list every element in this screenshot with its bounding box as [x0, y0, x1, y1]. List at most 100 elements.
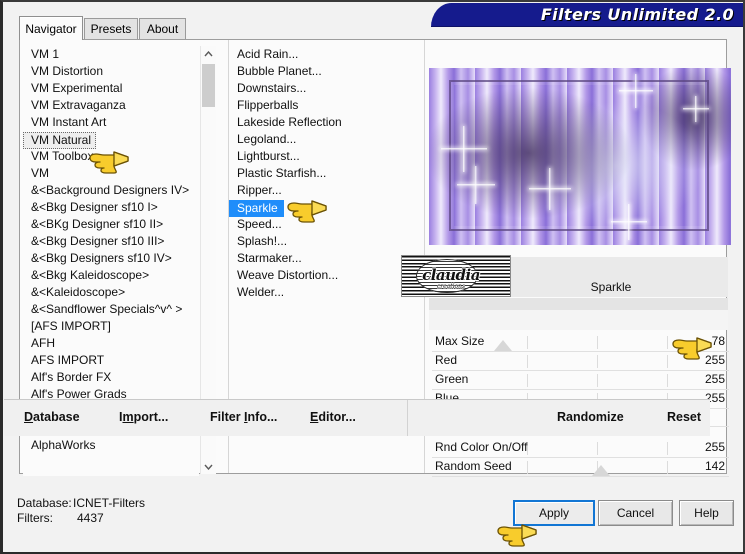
- category-item[interactable]: AlphaWorks: [23, 437, 199, 454]
- filter-item-selected[interactable]: Sparkle: [229, 200, 284, 217]
- menu-import[interactable]: Import...: [119, 410, 168, 424]
- category-item[interactable]: &<Kaleidoscope>: [23, 284, 199, 301]
- filter-item[interactable]: Acid Rain...: [229, 46, 401, 63]
- list-item: VM Toolbox: [23, 148, 199, 165]
- category-item[interactable]: VM: [23, 165, 199, 182]
- filter-item[interactable]: Welder...: [229, 284, 401, 301]
- status-database-label: Database:: [17, 496, 72, 510]
- param-row-random-seed[interactable]: Random Seed 142: [432, 458, 729, 476]
- button-reset[interactable]: Reset: [667, 410, 701, 424]
- scroll-thumb[interactable]: [202, 64, 215, 107]
- filter-item[interactable]: Splash!...: [229, 233, 401, 250]
- category-item[interactable]: &<Bkg Kaleidoscope>: [23, 267, 199, 284]
- param-value: 255: [704, 440, 725, 454]
- filter-item[interactable]: Legoland...: [229, 131, 401, 148]
- status-filters-value: 4437: [77, 511, 104, 525]
- help-button[interactable]: Help: [679, 500, 734, 526]
- preview-image[interactable]: [429, 68, 731, 245]
- category-item[interactable]: VM Experimental: [23, 80, 199, 97]
- filter-item[interactable]: Plastic Starfish...: [229, 165, 401, 182]
- param-value: 255: [704, 372, 725, 386]
- tab-about[interactable]: About: [139, 18, 186, 39]
- menu-database[interactable]: Database: [24, 410, 80, 424]
- category-item[interactable]: &<Bkg Designer sf10 III>: [23, 233, 199, 250]
- filter-item[interactable]: Lakeside Reflection: [229, 114, 401, 131]
- menu-editor[interactable]: Editor...: [310, 410, 356, 424]
- filters-unlimited-window: Filters Unlimited 2.0 Navigator Presets …: [0, 0, 745, 554]
- param-row-max-size[interactable]: Max Size 78: [432, 333, 729, 351]
- list-item: Welder...: [229, 284, 401, 301]
- list-item: Plastic Starfish...: [229, 165, 401, 182]
- category-item[interactable]: VM Instant Art: [23, 114, 199, 131]
- tab-presets-label: Presets: [90, 22, 132, 36]
- list-item: VM: [23, 165, 199, 182]
- filter-item[interactable]: Lightburst...: [229, 148, 401, 165]
- list-item: Ripper...: [229, 182, 401, 199]
- param-label: Rnd Color On/Off: [435, 440, 528, 454]
- filter-item[interactable]: Downstairs...: [229, 80, 401, 97]
- tab-navigator[interactable]: Navigator: [19, 16, 83, 40]
- tab-navigator-label: Navigator: [25, 21, 77, 36]
- status-filters-label: Filters:: [17, 511, 53, 525]
- category-item[interactable]: [AFS IMPORT]: [23, 318, 199, 335]
- param-row-rnd-color[interactable]: Rnd Color On/Off 255: [432, 439, 729, 457]
- param-row-green[interactable]: Green 255: [432, 371, 729, 389]
- param-row-red[interactable]: Red 255: [432, 352, 729, 370]
- list-item: AFH: [23, 335, 199, 352]
- category-item[interactable]: AFS IMPORT: [23, 352, 199, 369]
- filter-list[interactable]: Acid Rain... Bubble Planet... Downstairs…: [229, 46, 401, 306]
- list-item: VM Instant Art: [23, 114, 199, 131]
- list-item: Lakeside Reflection: [229, 114, 401, 131]
- param-spacer: [429, 310, 728, 330]
- category-item[interactable]: VM Toolbox: [23, 148, 199, 165]
- filter-item[interactable]: Speed...: [229, 216, 401, 233]
- help-button-label: Help: [694, 506, 719, 520]
- category-item[interactable]: &<BKg Designer sf10 II>: [23, 216, 199, 233]
- list-item: VM Experimental: [23, 80, 199, 97]
- app-title: Filters Unlimited 2.0: [540, 5, 734, 24]
- filter-item[interactable]: Starmaker...: [229, 250, 401, 267]
- slider-thumb-random-seed[interactable]: [592, 465, 610, 476]
- scroll-down-icon[interactable]: [201, 459, 216, 474]
- list-item: Legoland...: [229, 131, 401, 148]
- status-database-value: ICNET-Filters: [73, 496, 145, 510]
- list-item: &<Bkg Designer sf10 III>: [23, 233, 199, 250]
- filter-item[interactable]: Ripper...: [229, 182, 401, 199]
- category-item[interactable]: Alf's Border FX: [23, 369, 199, 386]
- param-label: Max Size: [435, 334, 485, 348]
- list-item: &<Kaleidoscope>: [23, 284, 199, 301]
- param-label: Red: [435, 353, 458, 367]
- category-item[interactable]: &<Sandflower Specials^v^ >: [23, 301, 199, 318]
- category-item[interactable]: &<Bkg Designers sf10 IV>: [23, 250, 199, 267]
- tab-presets[interactable]: Presets: [84, 18, 138, 39]
- cancel-button-label: Cancel: [616, 506, 655, 520]
- filter-item[interactable]: Flipperballs: [229, 97, 401, 114]
- category-item[interactable]: VM Extravaganza: [23, 97, 199, 114]
- list-item: VM 1: [23, 46, 199, 63]
- slider-thumb-max-size[interactable]: [494, 340, 512, 351]
- category-item[interactable]: VM Distortion: [23, 63, 199, 80]
- title-underband: [429, 298, 728, 310]
- logo-subtext: creations: [436, 283, 466, 290]
- scroll-up-icon[interactable]: [201, 46, 216, 61]
- category-item-selected[interactable]: VM Natural: [23, 132, 97, 149]
- filter-item[interactable]: Bubble Planet...: [229, 63, 401, 80]
- selected-filter-name: Sparkle: [590, 280, 632, 294]
- list-item: &<BKg Designer sf10 II>: [23, 216, 199, 233]
- list-item: Flipperballs: [229, 97, 401, 114]
- apply-button[interactable]: Apply: [513, 500, 595, 526]
- category-item[interactable]: &<Background Designers IV>: [23, 182, 199, 199]
- filter-item[interactable]: Weave Distortion...: [229, 267, 401, 284]
- frame-menu-bar: Database Import... Filter Info... Editor…: [4, 399, 710, 436]
- category-item[interactable]: &<Bkg Designer sf10 I>: [23, 199, 199, 216]
- brand-banner: Filters Unlimited 2.0: [431, 3, 743, 27]
- param-label: Green: [435, 372, 469, 386]
- button-randomize[interactable]: Randomize: [557, 410, 624, 424]
- cancel-button[interactable]: Cancel: [598, 500, 673, 526]
- category-item[interactable]: AFH: [23, 335, 199, 352]
- list-item: VM Extravaganza: [23, 97, 199, 114]
- list-item: &<Sandflower Specials^v^ >: [23, 301, 199, 318]
- tab-about-label: About: [146, 22, 179, 36]
- category-item[interactable]: VM 1: [23, 46, 199, 63]
- menu-filter-info[interactable]: Filter Info...: [210, 410, 277, 424]
